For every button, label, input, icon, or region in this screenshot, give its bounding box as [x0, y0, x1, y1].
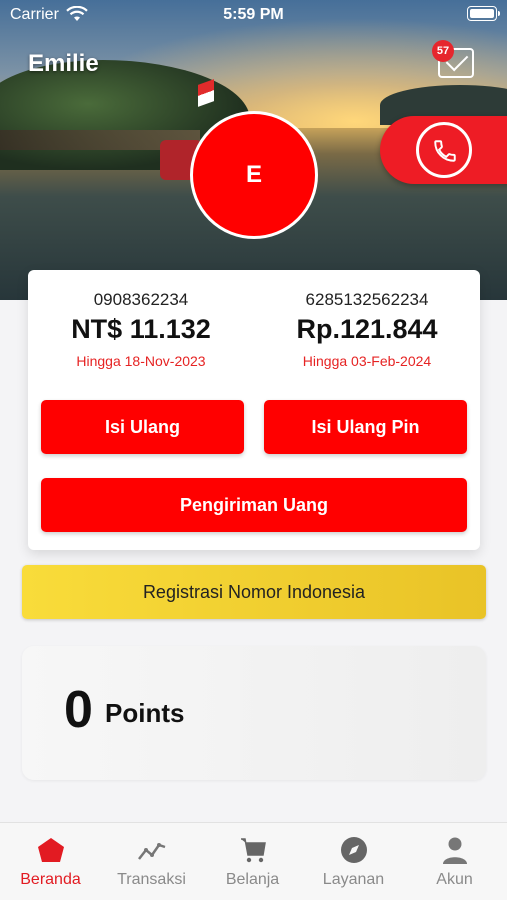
- mail-badge: 57: [432, 40, 454, 62]
- clock: 5:59 PM: [223, 6, 284, 23]
- tab-belanja[interactable]: Belanja: [202, 835, 303, 889]
- tab-label: Transaksi: [117, 871, 186, 888]
- tab-label: Beranda: [20, 871, 81, 888]
- status-bar: Carrier 5:59 PM: [0, 0, 507, 30]
- avatar[interactable]: E: [190, 111, 318, 239]
- topup-button[interactable]: Isi Ulang: [41, 400, 244, 454]
- avatar-initial: E: [245, 161, 262, 188]
- chart-icon: [137, 835, 167, 865]
- register-number-button[interactable]: Registrasi Nomor Indonesia: [22, 565, 486, 619]
- balance-card: 0908362234 NT$ 11.132 Hingga 18-Nov-2023…: [28, 270, 480, 550]
- account-expiry: Hingga 18-Nov-2023: [76, 353, 206, 369]
- account-balance: Rp.121.844: [296, 314, 438, 344]
- home-icon: [36, 835, 66, 865]
- account-taiwan: 0908362234 NT$ 11.132 Hingga 18-Nov-2023: [28, 290, 254, 369]
- tab-label: Layanan: [322, 871, 385, 888]
- account-number: 0908362234: [93, 290, 189, 309]
- account-expiry: Hingga 03-Feb-2024: [302, 353, 432, 369]
- account-number: 6285132562234: [305, 290, 429, 309]
- tab-akun[interactable]: Akun: [404, 835, 505, 889]
- compass-icon: [339, 835, 369, 865]
- points-label: Points: [105, 698, 185, 728]
- topup-pin-button[interactable]: Isi Ulang Pin: [264, 400, 467, 454]
- tab-beranda[interactable]: Beranda: [0, 835, 101, 889]
- tab-layanan[interactable]: Layanan: [303, 835, 404, 889]
- tab-label: Akun: [436, 871, 473, 888]
- tab-bar: Beranda Transaksi Belanja Layanan Akun: [0, 822, 507, 900]
- money-transfer-button[interactable]: Pengiriman Uang: [41, 478, 467, 532]
- phone-icon[interactable]: [416, 122, 472, 178]
- account-balance: NT$ 11.132: [71, 314, 211, 344]
- tab-transaksi[interactable]: Transaksi: [101, 835, 202, 889]
- cart-icon: [238, 835, 268, 865]
- battery-icon: [467, 6, 500, 21]
- points-value: 0: [64, 681, 93, 739]
- username: Emilie: [28, 50, 99, 77]
- points-card[interactable]: 0 Points: [22, 646, 486, 780]
- user-icon: [440, 835, 470, 865]
- tab-label: Belanja: [225, 871, 280, 888]
- account-indonesia: 6285132562234 Rp.121.844 Hingga 03-Feb-2…: [254, 290, 480, 369]
